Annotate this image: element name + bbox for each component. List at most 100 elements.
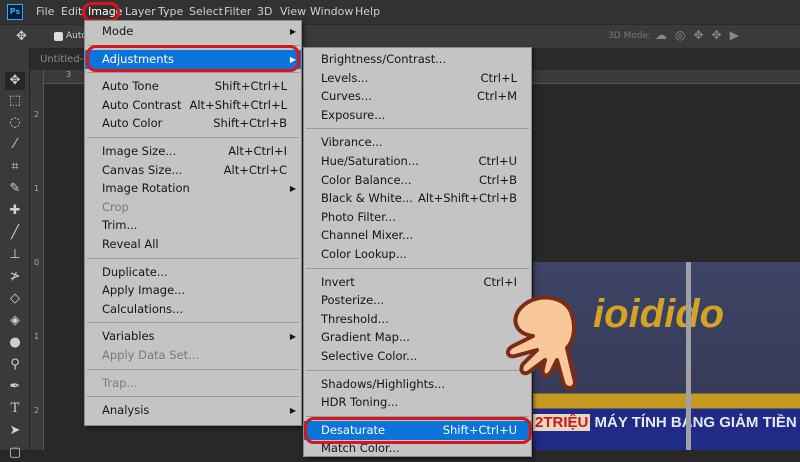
- menu-item-hdr-toning[interactable]: HDR Toning...: [304, 393, 531, 412]
- menu-item-photo-filter[interactable]: Photo Filter...: [304, 208, 531, 227]
- menu-item-color-balance[interactable]: Color Balance... Ctrl+B: [304, 171, 531, 190]
- menu-separator: [87, 322, 299, 324]
- menu-item-auto-color[interactable]: Auto Color Shift+Ctrl+B: [85, 114, 301, 133]
- blur-tool-icon[interactable]: ●: [5, 334, 25, 352]
- menu-item-calculations[interactable]: Calculations...: [85, 300, 301, 319]
- menu-item-channel-mixer[interactable]: Channel Mixer...: [304, 226, 531, 245]
- menu-3d[interactable]: 3D: [257, 5, 272, 18]
- menu-item-label: Duplicate...: [102, 264, 168, 279]
- menu-item-label: Photo Filter...: [321, 209, 396, 224]
- path-selection-tool-icon[interactable]: ➤: [5, 422, 25, 440]
- menu-item-vibrance[interactable]: Vibrance...: [304, 133, 531, 152]
- menu-item-label: Channel Mixer...: [321, 228, 414, 243]
- ruler-tick: 2: [34, 110, 40, 119]
- magic-wand-tool-icon[interactable]: ⁄: [5, 136, 25, 154]
- menu-item-duplicate[interactable]: Duplicate...: [85, 263, 301, 282]
- menu-filter[interactable]: Filter: [224, 5, 251, 18]
- lasso-tool-icon[interactable]: ◌: [5, 114, 25, 132]
- menu-item-apply-image[interactable]: Apply Image...: [85, 281, 301, 300]
- menu-item-analysis[interactable]: Analysis ▶: [85, 401, 301, 420]
- ruler-tick: 3: [66, 70, 72, 79]
- rectangle-tool-icon[interactable]: ▢: [5, 444, 25, 462]
- menu-item-auto-contrast[interactable]: Auto Contrast Alt+Shift+Ctrl+L: [85, 96, 301, 115]
- menu-select[interactable]: Select: [189, 5, 223, 18]
- paint-bucket-tool-icon[interactable]: ◈: [5, 312, 25, 330]
- eraser-tool-icon[interactable]: ◇: [5, 290, 25, 308]
- document-tab[interactable]: Untitled-1: [40, 54, 90, 65]
- menu-item-mode[interactable]: Mode ▶: [85, 22, 301, 41]
- pointing-hand-icon: [506, 295, 577, 390]
- menu-item-auto-tone[interactable]: Auto Tone Shift+Ctrl+L: [85, 77, 301, 96]
- submenu-arrow-icon: ▶: [289, 332, 296, 342]
- menu-item-label: Color Balance...: [321, 172, 412, 187]
- menu-item-threshold[interactable]: Threshold...: [304, 310, 531, 329]
- menu-item-invert[interactable]: Invert Ctrl+I: [304, 273, 531, 292]
- auto-select-checkbox[interactable]: [54, 32, 63, 41]
- menu-item-label: Levels...: [321, 70, 369, 85]
- menu-separator: [87, 368, 299, 370]
- history-brush-tool-icon[interactable]: ≯: [5, 268, 25, 286]
- move-tool-icon[interactable]: ✥: [5, 72, 25, 90]
- menu-item-posterize[interactable]: Posterize...: [304, 291, 531, 310]
- menu-window[interactable]: Window: [310, 5, 353, 18]
- 3d-tools-icons[interactable]: ☁◎✥✥▶: [655, 28, 747, 42]
- crop-tool-icon[interactable]: ⌗: [5, 158, 25, 176]
- menu-item-shadows-highlights[interactable]: Shadows/Highlights...: [304, 375, 531, 394]
- submenu-arrow-icon: ▶: [289, 27, 296, 36]
- menu-item-color-lookup[interactable]: Color Lookup...: [304, 245, 531, 264]
- menu-item-label: Curves...: [321, 89, 372, 104]
- menu-item-canvas-size[interactable]: Canvas Size... Alt+Ctrl+C: [85, 161, 301, 180]
- menu-item-label: Canvas Size...: [102, 162, 183, 177]
- brush-tool-icon[interactable]: ╱: [5, 224, 25, 242]
- menu-item-variables[interactable]: Variables ▶: [85, 327, 301, 346]
- menu-item-hue-saturation[interactable]: Hue/Saturation... Ctrl+U: [304, 152, 531, 171]
- menu-item-reveal-all[interactable]: Reveal All: [85, 235, 301, 254]
- photo-pole: [686, 262, 691, 450]
- tools-panel: ✥ ⬚ ◌ ⁄ ⌗ ✎ ✚ ╱ ⊥ ≯ ◇ ◈ ● ⚲ ✒ T ➤ ▢: [0, 48, 30, 460]
- menu-item-black-white[interactable]: Black & White... Alt+Shift+Ctrl+B: [304, 189, 531, 208]
- desaturate-annotation: [304, 417, 532, 444]
- menu-item-shortcut: Ctrl+B: [479, 172, 517, 187]
- menu-separator: [306, 369, 529, 371]
- type-tool-icon[interactable]: T: [5, 400, 25, 418]
- menu-item-image-size[interactable]: Image Size... Alt+Ctrl+I: [85, 142, 301, 161]
- menu-item-shortcut: Ctrl+U: [478, 154, 517, 168]
- menu-item-label: Gradient Map...: [321, 330, 410, 345]
- menu-item-label: Image Rotation: [102, 181, 190, 196]
- menu-file[interactable]: File: [36, 5, 54, 18]
- eyedropper-tool-icon[interactable]: ✎: [5, 180, 25, 198]
- menu-help[interactable]: Help: [355, 5, 380, 18]
- menu-item-label: Apply Image...: [102, 283, 186, 298]
- banner-price: 2TRIỆU: [533, 414, 591, 431]
- menu-item-image-rotation[interactable]: Image Rotation ▶: [85, 179, 301, 198]
- menu-item-gradient-map[interactable]: Gradient Map...: [304, 328, 531, 347]
- move-icon[interactable]: ✥: [16, 29, 27, 44]
- stamp-tool-icon[interactable]: ⊥: [5, 246, 25, 264]
- pen-tool-icon[interactable]: ✒: [5, 378, 25, 396]
- healing-brush-tool-icon[interactable]: ✚: [5, 202, 25, 220]
- menu-item-shortcut: Shift+Ctrl+B: [213, 116, 287, 131]
- menu-view[interactable]: View: [280, 5, 306, 18]
- menu-item-label: Color Lookup...: [321, 247, 407, 261]
- menu-type[interactable]: Type: [158, 5, 183, 18]
- menu-item-label: Threshold...: [321, 311, 389, 326]
- menu-separator: [306, 128, 529, 130]
- menu-item-brightness-contrast[interactable]: Brightness/Contrast...: [304, 50, 531, 69]
- menu-item-trim[interactable]: Trim...: [85, 216, 301, 235]
- menu-item-curves[interactable]: Curves... Ctrl+M: [304, 87, 531, 106]
- menu-item-shortcut: Ctrl+L: [480, 70, 517, 85]
- menu-item-levels[interactable]: Levels... Ctrl+L: [304, 69, 531, 88]
- menu-edit[interactable]: Edit: [61, 5, 82, 18]
- ruler-tick: 0: [34, 258, 40, 267]
- marquee-tool-icon[interactable]: ⬚: [5, 92, 25, 110]
- menu-layer[interactable]: Layer: [125, 5, 156, 18]
- menu-item-shortcut: Alt+Ctrl+C: [223, 162, 287, 177]
- adjustments-annotation: [86, 45, 300, 72]
- menu-item-selective-color[interactable]: Selective Color...: [304, 347, 531, 366]
- menu-item-label: Calculations...: [102, 301, 184, 316]
- menu-item-exposure[interactable]: Exposure...: [304, 106, 531, 125]
- menu-item-label: Vibrance...: [321, 135, 383, 150]
- dodge-tool-icon[interactable]: ⚲: [5, 356, 25, 374]
- menu-item-label: Hue/Saturation...: [321, 154, 419, 168]
- ruler-tick: 1: [34, 184, 40, 193]
